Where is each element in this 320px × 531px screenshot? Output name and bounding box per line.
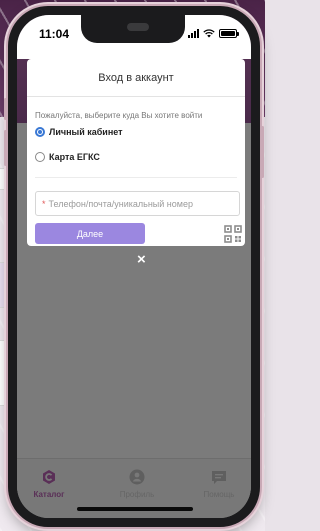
phone-side-button [4,98,7,120]
option-egks-card[interactable]: Карта ЕГКС [35,152,100,162]
tab-label: Каталог [33,490,65,499]
catalog-icon [43,470,55,484]
phone-side-button [261,126,264,178]
camera [127,23,149,31]
tab-label: Помощь [203,490,235,499]
phone-frame: 11:04 Вход в аккаунт Пожалуйста, выберит… [4,6,264,527]
option-label: Личный кабинет [49,127,123,137]
option-label: Карта ЕГКС [49,152,100,162]
tab-label: Профиль [119,490,155,499]
phone-side-button [4,130,7,166]
modal-hint: Пожалуйста, выберите куда Вы хотите войт… [35,111,203,120]
option-personal-account[interactable]: Личный кабинет [35,127,123,137]
wifi-icon [203,29,215,38]
close-icon[interactable]: × [137,252,146,267]
profile-icon [129,469,145,485]
divider [35,177,237,178]
radio-empty-icon[interactable] [35,152,45,162]
login-modal: Вход в аккаунт Пожалуйста, выберите куда… [27,59,245,246]
status-time: 11:04 [39,27,70,41]
login-input[interactable]: * Телефон/почта/уникальный номер [35,191,240,216]
modal-title: Вход в аккаунт [27,59,245,97]
radio-selected-icon[interactable] [35,127,45,137]
tab-profile[interactable]: Профиль [107,469,167,499]
qr-code-icon[interactable] [224,225,242,243]
home-indicator [77,507,193,511]
tab-bar: Каталог Профиль Помощь [17,458,251,518]
next-button[interactable]: Далее [35,223,145,244]
signal-icon [188,29,199,38]
help-icon [212,471,226,484]
status-bar: 11:04 [17,15,251,59]
tab-catalog[interactable]: Каталог [19,469,79,499]
required-mark: * [42,198,46,209]
tab-help[interactable]: Помощь [189,469,249,499]
input-placeholder: Телефон/почта/уникальный номер [48,198,193,209]
battery-icon [219,29,239,38]
phone-screen: 11:04 Вход в аккаунт Пожалуйста, выберит… [17,15,251,518]
notch [81,15,185,43]
status-icons [188,29,239,38]
